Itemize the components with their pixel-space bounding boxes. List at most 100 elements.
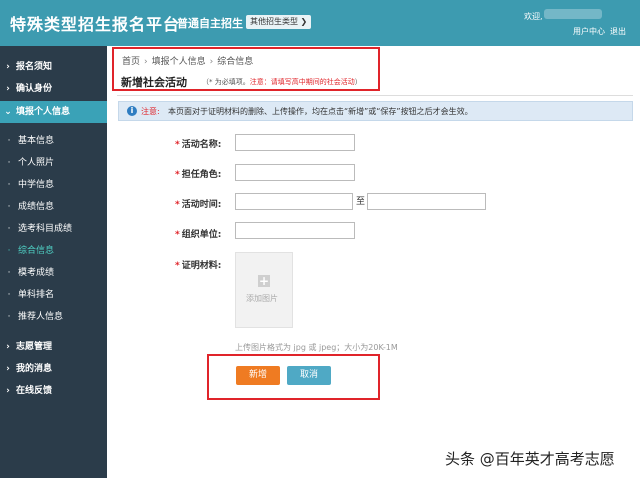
divider <box>117 95 633 96</box>
sidebar-item-label: 推荐人信息 <box>18 312 64 322</box>
chevron-right-icon: › <box>6 62 10 72</box>
sidebar-item-school-info[interactable]: · 中学信息 <box>0 174 107 196</box>
bullet-icon: · <box>7 268 11 278</box>
sidebar-item-notice[interactable]: › 报名须知 <box>0 56 107 78</box>
plus-icon: + <box>258 274 270 288</box>
sidebar-item-label: 中学信息 <box>18 180 55 190</box>
breadcrumb-personal-info[interactable]: 填报个人信息 <box>152 57 206 67</box>
note-prefix: （* 为必填项。 <box>202 78 250 86</box>
cancel-button[interactable]: 取消 <box>287 366 331 385</box>
breadcrumb-current: 综合信息 <box>217 57 254 67</box>
info-icon: i <box>127 106 137 116</box>
note-suffix: ） <box>354 78 362 86</box>
notice-bar: i 注意: 本页面对于证明材料的删除、上传操作，均在点击“新增”或“保存”按钮之… <box>118 101 633 121</box>
chevron-right-icon: › <box>144 57 148 67</box>
sidebar-item-label: 选考科目成绩 <box>18 224 73 234</box>
sidebar-item-comprehensive-info[interactable]: · 综合信息 <box>0 240 107 262</box>
add-image-upload[interactable]: + 添加图片 <box>235 252 293 328</box>
sidebar-item-photo[interactable]: · 个人照片 <box>0 152 107 174</box>
bullet-icon: · <box>7 136 11 146</box>
add-image-label: 添加图片 <box>246 294 278 303</box>
other-types-button[interactable]: 其他招生类型 ❯ <box>246 15 312 29</box>
chevron-right-icon: › <box>6 364 10 374</box>
required-icon: * <box>175 230 180 240</box>
welcome-text: 欢迎, <box>524 12 543 21</box>
activity-time-label-text: 活动时间: <box>181 200 222 210</box>
bullet-icon: · <box>7 290 11 300</box>
page-title: 新增社会活动 <box>121 76 187 89</box>
role-label: * 担任角色: <box>175 167 235 180</box>
sidebar-item-basic-info[interactable]: · 基本信息 <box>0 130 107 152</box>
activity-name-input[interactable] <box>235 134 355 151</box>
bullet-icon: · <box>7 158 11 168</box>
sidebar-item-personal-info[interactable]: ⌄ 填报个人信息 <box>0 101 107 123</box>
proof-label: * 证明材料: <box>175 258 235 271</box>
bullet-icon: · <box>7 312 11 322</box>
sidebar-item-label: 在线反馈 <box>16 386 53 396</box>
sidebar-item-confirm-identity[interactable]: › 确认身份 <box>0 78 107 100</box>
watermark: 头条 @百年英才高考志愿 <box>445 450 615 468</box>
sidebar-item-label: 志愿管理 <box>16 342 53 352</box>
proof-label-text: 证明材料: <box>181 261 222 271</box>
sidebar-item-grades[interactable]: · 成绩信息 <box>0 196 107 218</box>
sidebar-item-referee[interactable]: · 推荐人信息 <box>0 306 107 328</box>
sidebar-item-label: 单科排名 <box>18 290 55 300</box>
required-icon: * <box>175 200 180 210</box>
role-input[interactable] <box>235 164 355 181</box>
sidebar-item-mock-exam[interactable]: · 模考成绩 <box>0 262 107 284</box>
activity-time-label: * 活动时间: <box>175 197 235 210</box>
organization-label: * 组织单位: <box>175 227 235 240</box>
logout-link[interactable]: 退出 <box>610 26 626 37</box>
sidebar-item-label: 个人照片 <box>18 158 55 168</box>
activity-name-label-text: 活动名称: <box>181 140 222 150</box>
activity-name-label: * 活动名称: <box>175 137 235 150</box>
sidebar-item-subject-rank[interactable]: · 单科排名 <box>0 284 107 306</box>
chevron-down-icon: ⌄ <box>4 107 12 117</box>
sidebar-item-label: 填报个人信息 <box>16 107 71 117</box>
sidebar-item-label: 模考成绩 <box>18 268 55 278</box>
breadcrumb: 首页 › 填报个人信息 › 综合信息 <box>122 54 253 67</box>
chevron-right-icon: › <box>6 84 10 94</box>
sidebar-item-volunteer[interactable]: › 志愿管理 <box>0 336 107 358</box>
notice-text: 本页面对于证明材料的删除、上传操作，均在点击“新增”或“保存”按钮之后才会生效。 <box>168 107 473 116</box>
bullet-icon: · <box>7 224 11 234</box>
sidebar: › 报名须知 › 确认身份 ⌄ 填报个人信息 · 基本信息 · 个人照片 · 中学信息 · 成… <box>0 46 107 478</box>
bullet-icon: · <box>7 246 11 256</box>
required-icon: * <box>175 170 180 180</box>
sidebar-item-label: 综合信息 <box>18 246 55 256</box>
organization-label-text: 组织单位: <box>181 230 222 240</box>
breadcrumb-home[interactable]: 首页 <box>122 57 140 67</box>
chevron-right-icon: › <box>6 342 10 352</box>
sidebar-item-label: 基本信息 <box>18 136 55 146</box>
sidebar-item-label: 成绩信息 <box>18 202 55 212</box>
notice-label: 注意: <box>141 107 160 116</box>
required-icon: * <box>175 140 180 150</box>
platform-logo[interactable]: 特殊类型招生报名平台 <box>10 11 180 35</box>
required-icon: * <box>175 261 180 271</box>
note-warning: 注意：请填写高中期间的社会活动 <box>249 78 355 86</box>
redacted-username <box>544 9 602 19</box>
user-center-link[interactable]: 用户中心 <box>573 26 605 37</box>
bullet-icon: · <box>7 180 11 190</box>
role-label-text: 担任角色: <box>181 170 222 180</box>
date-range-separator: 至 <box>356 197 366 207</box>
admission-type-title: 普通自主招生 <box>177 17 243 30</box>
chevron-right-icon: › <box>6 386 10 396</box>
sidebar-item-messages[interactable]: › 我的消息 <box>0 358 107 380</box>
add-button[interactable]: 新增 <box>236 366 280 385</box>
sidebar-item-label: 确认身份 <box>16 84 53 94</box>
sidebar-item-feedback[interactable]: › 在线反馈 <box>0 380 107 402</box>
upload-hint: 上传图片格式为 jpg 或 jpeg；大小为20K-1M <box>235 343 398 352</box>
chevron-right-icon: › <box>209 57 214 67</box>
other-types-label: 其他招生类型 <box>250 17 298 26</box>
top-header: 特殊类型招生报名平台 普通自主招生 其他招生类型 ❯ 欢迎, 用户中心 退出 <box>0 0 640 46</box>
sidebar-item-label: 报名须知 <box>16 62 53 72</box>
end-date-input[interactable] <box>367 193 486 210</box>
bullet-icon: · <box>7 202 11 212</box>
sidebar-item-elective-grades[interactable]: · 选考科目成绩 <box>0 218 107 240</box>
start-date-input[interactable] <box>235 193 353 210</box>
sidebar-item-label: 我的消息 <box>16 364 53 374</box>
page-note: （* 为必填项。注意：请填写高中期间的社会活动） <box>202 77 362 87</box>
chevron-right-icon: ❯ <box>300 17 308 26</box>
organization-input[interactable] <box>235 222 355 239</box>
